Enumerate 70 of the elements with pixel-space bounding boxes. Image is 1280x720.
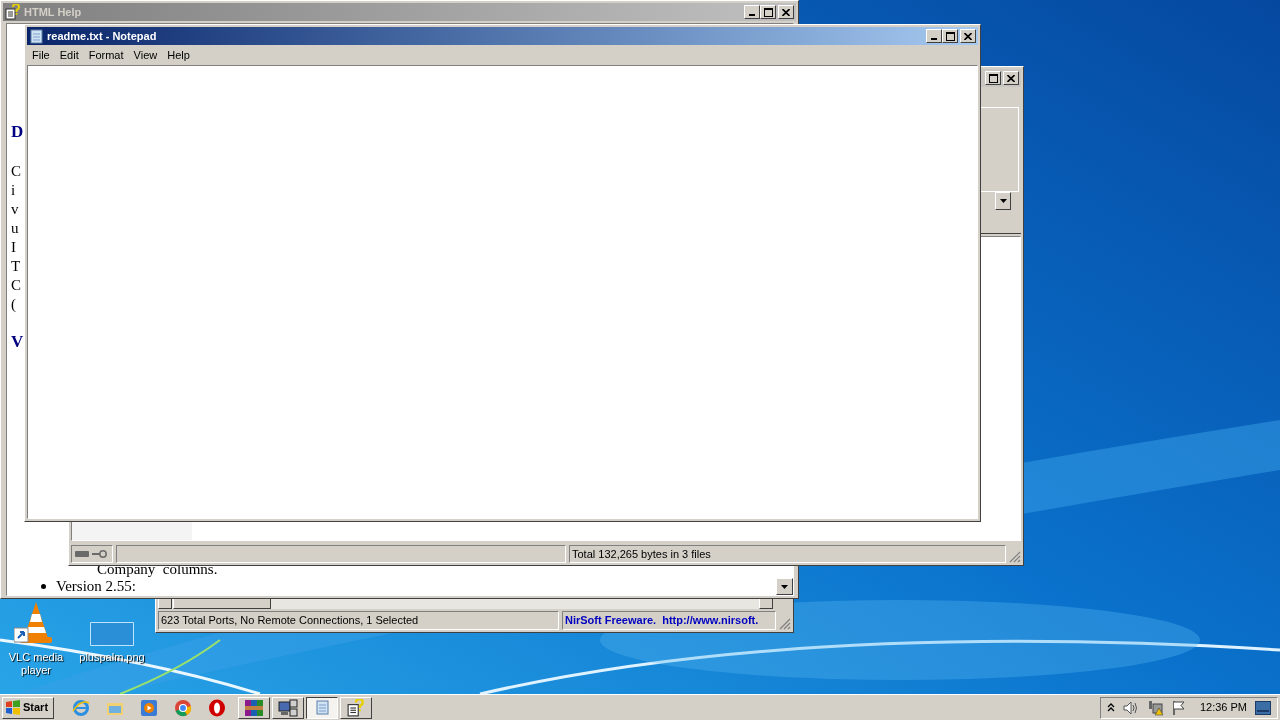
quick-launch-button[interactable] [207, 697, 226, 718]
minimize-button[interactable] [744, 5, 760, 19]
dropdown-button[interactable] [995, 192, 1011, 210]
key-icon [92, 550, 108, 558]
window-title: HTML Help [24, 4, 82, 20]
maximize-icon [945, 31, 955, 41]
browser-e-icon [71, 698, 90, 717]
menu-item[interactable]: Help [162, 47, 195, 64]
drive-icon [75, 551, 89, 557]
status-text[interactable]: NirSoft Freeware. http://www.nirsoft. [562, 611, 776, 630]
close-icon [1007, 74, 1015, 82]
maximize-button[interactable] [760, 5, 776, 19]
network-computer-icon [278, 698, 298, 717]
resize-grip-icon [1009, 551, 1021, 563]
network-warning-icon[interactable] [1146, 699, 1164, 716]
show-desktop-icon[interactable] [1255, 700, 1271, 715]
chrome-icon [173, 698, 192, 717]
speaker-icon[interactable] [1122, 700, 1139, 715]
help-file-icon [5, 4, 21, 20]
menu-item[interactable]: Format [83, 47, 129, 64]
paragraph-text: u [11, 219, 19, 238]
quick-launch-button[interactable] [173, 697, 192, 718]
close-button[interactable] [778, 5, 794, 19]
heading: D [11, 122, 25, 142]
paragraph-text: T [11, 257, 21, 276]
close-icon [782, 8, 790, 16]
paragraph-text: Company columns. [97, 561, 218, 578]
bullet-icon [41, 584, 46, 589]
paragraph-text: C [11, 276, 21, 295]
list-item-text: Version 2.55: [56, 578, 136, 595]
close-button[interactable] [960, 29, 976, 43]
maximize-button[interactable] [985, 71, 1001, 85]
notepad-icon [314, 700, 330, 715]
help-file-icon [347, 698, 365, 717]
start-button[interactable]: Start [2, 696, 54, 719]
maximize-button[interactable] [942, 29, 958, 43]
resize-grip-icon [779, 618, 791, 630]
heading: V [11, 332, 25, 352]
paragraph-text: i [11, 181, 16, 200]
close-icon [964, 32, 972, 40]
scroll-down-button[interactable] [776, 578, 793, 595]
menu-item[interactable]: Edit [54, 47, 84, 64]
menu-item[interactable]: File [27, 47, 55, 64]
taskbar-button[interactable] [306, 696, 338, 719]
maximize-icon [763, 7, 773, 17]
close-button[interactable] [1003, 71, 1019, 85]
window-title: readme.txt - Notepad [47, 28, 157, 44]
archive-icon [244, 698, 264, 717]
maximize-icon [988, 73, 998, 83]
paragraph-text: v [11, 200, 19, 219]
menu-item[interactable]: View [128, 47, 163, 64]
status-text: Total 132,265 bytes in 3 files [569, 545, 1006, 563]
flag-icon[interactable] [1171, 699, 1186, 716]
image-file-icon [90, 622, 134, 646]
down-arrow-icon [999, 199, 1007, 203]
media-player-icon [139, 698, 158, 717]
minimize-button[interactable] [926, 29, 942, 43]
notepad-icon [29, 28, 44, 44]
quick-launch-button[interactable] [139, 697, 158, 718]
minimize-icon [931, 38, 937, 40]
paragraph-text: I [11, 238, 16, 257]
status-text: 623 Total Ports, No Remote Connections, 1 Selected [158, 611, 559, 630]
paragraph-text: C [11, 162, 21, 181]
paragraph-text: ( [11, 295, 16, 314]
minimize-icon [749, 14, 755, 16]
clock[interactable]: 12:36 PM [1199, 699, 1247, 716]
down-arrow-icon [781, 584, 788, 589]
windows-logo-icon [5, 699, 21, 716]
chevron-up-icon[interactable] [1106, 703, 1115, 712]
opera-icon [207, 698, 226, 717]
